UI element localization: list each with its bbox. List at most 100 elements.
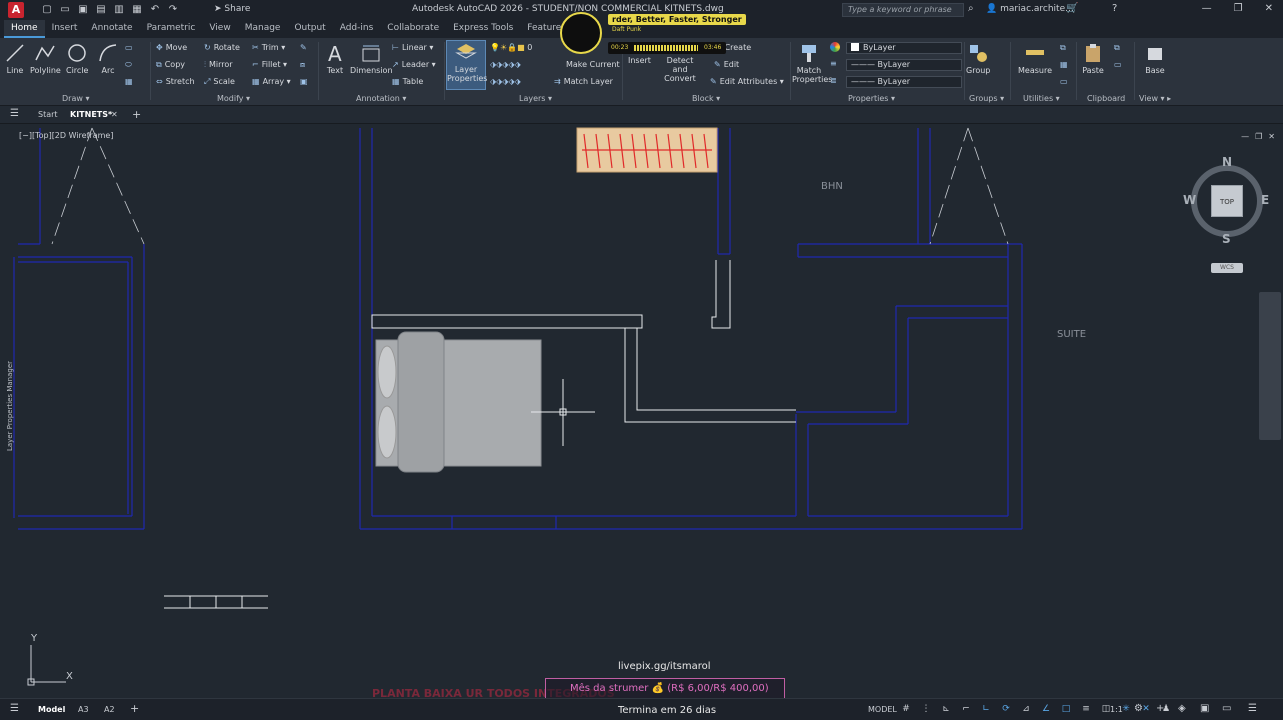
polyline-button[interactable]: Polyline — [30, 42, 61, 75]
polar-icon[interactable]: ⟳ — [1000, 703, 1012, 715]
text-button[interactable]: A Text — [324, 42, 346, 75]
tab-kitnets[interactable]: KITNETS* — [70, 110, 112, 119]
viewcube-north[interactable]: N — [1222, 155, 1232, 169]
fillet-button[interactable]: ⌐ Fillet ▾ — [252, 60, 287, 69]
insert-button[interactable]: Insert — [628, 56, 651, 65]
tab-layout-a3[interactable]: A3 — [78, 705, 89, 714]
lineweight-toggle-icon[interactable]: ≡ — [1080, 703, 1092, 715]
minimize-icon[interactable]: — — [1202, 3, 1212, 14]
explode-icon[interactable]: ▣ — [300, 77, 311, 86]
workspace-gear-icon[interactable]: ⚙ — [1134, 703, 1143, 714]
open-file-icon[interactable]: ▭ — [58, 3, 72, 17]
match-properties-button[interactable]: Match Properties — [792, 42, 832, 84]
units-plus-icon[interactable]: + — [1156, 703, 1164, 714]
osnap-tracking-icon[interactable]: ∠ — [1040, 703, 1052, 715]
quick-select-icon[interactable]: ⧉ — [1060, 43, 1069, 53]
tab-express-tools[interactable]: Express Tools — [446, 20, 520, 38]
leader-button[interactable]: ↗ Leader ▾ — [392, 60, 436, 69]
circle-button[interactable]: Circle — [66, 42, 88, 75]
close-icon[interactable]: ✕ — [1265, 3, 1273, 14]
group-button[interactable]: Group — [966, 42, 990, 75]
wcs-menu[interactable]: WCS — [1211, 263, 1243, 273]
search-input[interactable]: Type a keyword or phrase — [842, 3, 964, 17]
modify-panel-title[interactable]: Modify ▾ — [217, 94, 250, 103]
snap-icon[interactable]: ⋮ — [920, 703, 932, 715]
layer-properties-button[interactable]: Layer Properties — [446, 40, 487, 90]
layer-tools-row2[interactable]: ⬗⬗⬗⬗⬗ — [490, 77, 524, 86]
tab-model[interactable]: Model — [38, 705, 65, 714]
rotate-button[interactable]: ↻ Rotate — [204, 43, 240, 52]
arc-button[interactable]: Arc — [97, 42, 119, 75]
groups-panel-title[interactable]: Groups ▾ — [969, 94, 1004, 103]
autocad-logo-icon[interactable]: A — [8, 2, 24, 18]
offset-icon[interactable]: ⧈ — [300, 60, 308, 70]
dynamic-input-icon[interactable]: ⌐ — [960, 703, 972, 715]
help-icon[interactable]: ? — [1112, 3, 1117, 14]
drawing-canvas[interactable]: [−][Top][2D Wireframe] Layer Properties … — [0, 124, 1283, 698]
paste-button[interactable]: Paste — [1082, 42, 1104, 75]
edit-block-button[interactable]: ✎ Edit — [714, 60, 739, 69]
save-as-icon[interactable]: ▤ — [94, 3, 108, 17]
annotation-scale[interactable]: 1:1 — [1110, 705, 1123, 714]
tab-add-ins[interactable]: Add-ins — [333, 20, 381, 38]
cart-icon[interactable]: 🛒 — [1066, 3, 1078, 14]
annotation-panel-title[interactable]: Annotation ▾ — [356, 94, 406, 103]
base-button[interactable]: Base — [1144, 42, 1166, 75]
mirror-button[interactable]: ⫶ Mirror — [204, 60, 233, 70]
viewcube-top-face[interactable]: TOP — [1211, 185, 1243, 217]
search-icon[interactable]: ⌕ — [968, 3, 974, 14]
tab-start[interactable]: Start — [38, 110, 58, 119]
block-panel-title[interactable]: Block ▾ — [692, 94, 720, 103]
draw-panel-title[interactable]: Draw ▾ — [62, 94, 89, 103]
scale-button[interactable]: ⤢ Scale — [204, 77, 235, 87]
table-button[interactable]: ▦ Table — [392, 77, 423, 86]
bed-block[interactable] — [375, 331, 542, 473]
layout-menu-icon[interactable]: ☰ — [10, 703, 19, 714]
array-button[interactable]: ▦ Array ▾ — [252, 77, 291, 86]
hatch-icon[interactable]: ⬭ — [125, 60, 135, 70]
viewcube-east[interactable]: E — [1261, 193, 1269, 207]
move-button[interactable]: ✥ Move — [156, 43, 187, 52]
add-layout-icon[interactable]: + — [130, 702, 139, 715]
customize-icon[interactable]: ☰ — [1248, 703, 1257, 714]
calculator-icon[interactable]: ▦ — [1060, 60, 1071, 69]
viewport-controls-label[interactable]: [−][Top][2D Wireframe] — [19, 131, 113, 140]
tab-output[interactable]: Output — [287, 20, 332, 38]
tab-insert[interactable]: Insert — [45, 20, 85, 38]
infer-icon[interactable]: ⊾ — [940, 703, 952, 715]
vp-close-icon[interactable]: ✕ — [1268, 132, 1275, 141]
tab-annotate[interactable]: Annotate — [84, 20, 139, 38]
layer-tools-row1[interactable]: ⬗⬗⬗⬗⬗ — [490, 60, 524, 69]
tab-manage[interactable]: Manage — [238, 20, 288, 38]
isodraft-icon[interactable]: ⊿ — [1020, 703, 1032, 715]
stretch-button[interactable]: ⇔ Stretch — [156, 77, 195, 86]
user-account[interactable]: 👤 mariac.archite... — [986, 4, 1074, 14]
edit-attributes-button[interactable]: ✎ Edit Attributes ▾ — [710, 77, 784, 86]
tab-view[interactable]: View — [202, 20, 237, 38]
measure-button[interactable]: Measure — [1018, 42, 1052, 75]
restore-icon[interactable]: ❐ — [1234, 3, 1243, 14]
make-current-button[interactable]: Make Current — [566, 60, 620, 69]
viewcube-west[interactable]: W — [1183, 193, 1196, 207]
tab-layout-a2[interactable]: A2 — [104, 705, 115, 714]
match-layer-button[interactable]: ⇉ Match Layer — [554, 77, 613, 86]
close-tab-icon[interactable]: ✕ — [111, 110, 118, 119]
isolate-icon[interactable]: ◈ — [1178, 703, 1186, 714]
grid-icon[interactable]: # — [900, 703, 912, 715]
lineweight-dropdown[interactable]: ——— ByLayer — [846, 76, 962, 88]
layer-state-icons[interactable]: 💡☀🔒■ 0 — [490, 43, 532, 52]
tab-collaborate[interactable]: Collaborate — [380, 20, 446, 38]
hardware-accel-icon[interactable]: ▣ — [1200, 703, 1209, 714]
vp-restore-icon[interactable]: ❐ — [1255, 132, 1262, 141]
osnap-icon[interactable]: □ — [1060, 703, 1072, 715]
share-button[interactable]: ➤ Share — [214, 4, 250, 14]
detect-convert-button[interactable]: Detect and Convert — [660, 56, 700, 83]
viewcube-south[interactable]: S — [1222, 232, 1231, 246]
clean-screen-icon[interactable]: ▭ — [1222, 703, 1231, 714]
color-wheel-icon[interactable] — [830, 42, 840, 52]
layers-panel-title[interactable]: Layers ▾ — [519, 94, 552, 103]
color-dropdown[interactable]: ByLayer — [846, 42, 962, 54]
layer-properties-manager-tab[interactable]: Layer Properties Manager — [6, 361, 14, 451]
rectangle-icon[interactable]: ▭ — [125, 43, 136, 52]
linetype-dropdown[interactable]: ——— ByLayer — [846, 59, 962, 71]
